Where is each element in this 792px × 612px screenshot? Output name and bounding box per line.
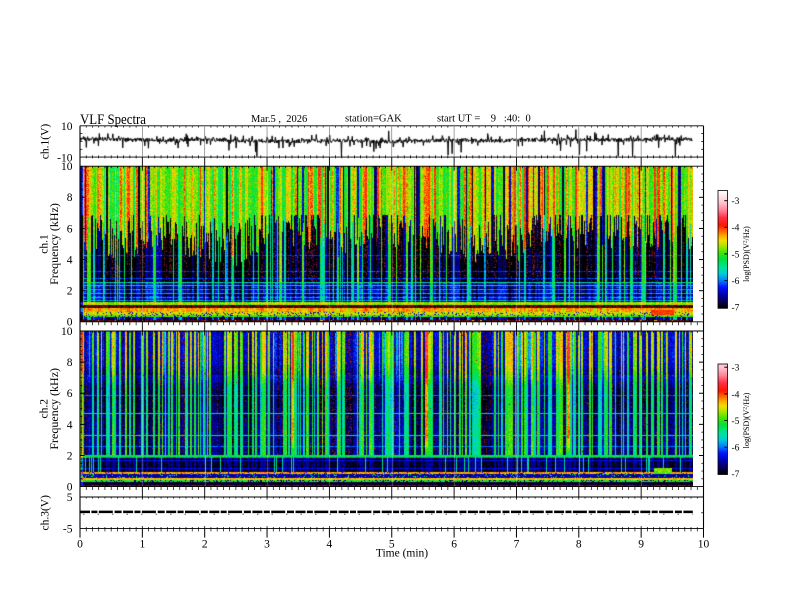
svg-text:Time (min): Time (min) bbox=[376, 548, 428, 560]
svg-text:7: 7 bbox=[514, 539, 520, 551]
svg-text:0: 0 bbox=[67, 317, 73, 329]
svg-text:4: 4 bbox=[327, 539, 333, 551]
svg-text:1: 1 bbox=[139, 539, 145, 551]
svg-text:8: 8 bbox=[67, 357, 73, 369]
svg-text:ch.3(V): ch.3(V) bbox=[40, 495, 52, 531]
svg-text:10: 10 bbox=[61, 121, 73, 133]
svg-text:station=GAK: station=GAK bbox=[345, 114, 402, 125]
svg-text:-7: -7 bbox=[732, 470, 740, 480]
svg-text:6: 6 bbox=[67, 223, 73, 235]
svg-text:Frequency (kHz): Frequency (kHz) bbox=[47, 203, 61, 285]
svg-text:start UT = 9 :40: 0: start UT = 9 :40: 0 bbox=[437, 114, 531, 125]
svg-text:-7: -7 bbox=[732, 304, 740, 314]
svg-text:log(PSD)(V2/Hz): log(PSD)(V2/Hz) bbox=[742, 226, 751, 282]
svg-text:2: 2 bbox=[67, 286, 73, 298]
svg-text:8: 8 bbox=[576, 539, 582, 551]
svg-text:8: 8 bbox=[67, 192, 73, 204]
svg-text:Frequency (kHz): Frequency (kHz) bbox=[47, 368, 61, 450]
svg-text:-4: -4 bbox=[732, 224, 740, 234]
svg-text:-4: -4 bbox=[732, 390, 740, 400]
svg-text:10: 10 bbox=[698, 539, 710, 551]
svg-text:-3: -3 bbox=[732, 364, 740, 374]
svg-text:6: 6 bbox=[67, 388, 73, 400]
svg-text:-5: -5 bbox=[63, 524, 73, 536]
svg-text:log(PSD)(V2/Hz): log(PSD)(V2/Hz) bbox=[742, 392, 751, 448]
svg-text:4: 4 bbox=[67, 419, 73, 431]
svg-text:3: 3 bbox=[264, 539, 270, 551]
svg-text:VLF Spectra: VLF Spectra bbox=[80, 112, 146, 128]
svg-text:5: 5 bbox=[67, 492, 73, 504]
svg-text:-6: -6 bbox=[732, 277, 740, 287]
svg-text:2: 2 bbox=[202, 539, 208, 551]
svg-text:9: 9 bbox=[638, 539, 644, 551]
svg-text:10: 10 bbox=[61, 161, 73, 173]
svg-text:0: 0 bbox=[77, 539, 83, 551]
svg-text:-6: -6 bbox=[732, 444, 740, 454]
svg-text:-5: -5 bbox=[732, 250, 740, 260]
svg-text:ch.1(V): ch.1(V) bbox=[40, 124, 52, 160]
svg-text:Mar.5 , 2026: Mar.5 , 2026 bbox=[251, 114, 307, 125]
svg-text:-3: -3 bbox=[732, 197, 740, 207]
svg-text:2: 2 bbox=[67, 450, 73, 462]
svg-text:4: 4 bbox=[67, 254, 73, 266]
svg-text:6: 6 bbox=[451, 539, 457, 551]
svg-text:-5: -5 bbox=[732, 417, 740, 427]
